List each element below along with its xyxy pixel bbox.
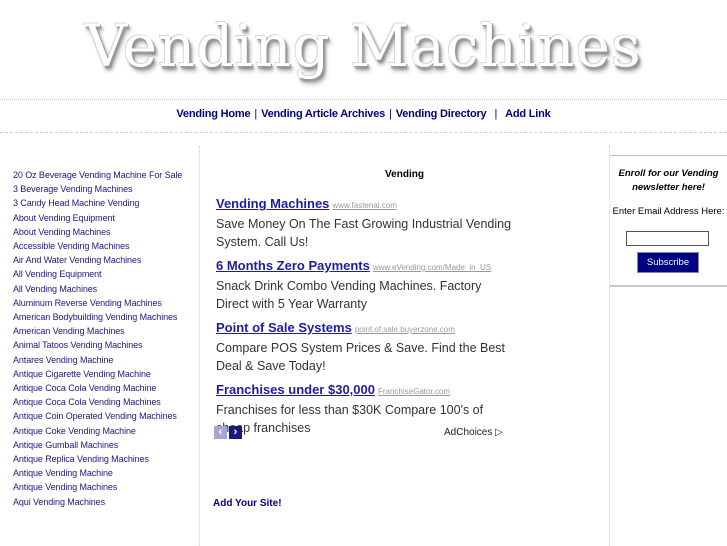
- ad-description: Compare POS System Prices & Save. Find t…: [216, 341, 506, 373]
- nav-separator: |: [254, 108, 258, 120]
- ad-url-link[interactable]: www.eVending.com/Made_in_US: [373, 263, 491, 272]
- top-navigation: Vending Home | Vending Article Archives | Ve…: [0, 108, 727, 120]
- sidebar-link[interactable]: Antique Coin Operated Vending Machines: [13, 409, 188, 423]
- ad-url-link[interactable]: www.fastenal.com: [332, 201, 396, 210]
- ad-item: Vending Machines www.fastenal.com Save Mo…: [216, 195, 516, 251]
- sidebar-link[interactable]: Antares Vending Machine: [13, 353, 188, 367]
- adchoices-label: AdChoices: [444, 427, 493, 438]
- sidebar-link[interactable]: All Vending Equipment: [13, 267, 188, 281]
- sidebar-link[interactable]: Aluminum Reverse Vending Machines: [13, 296, 188, 310]
- sidebar-link[interactable]: Antique Coca Cola Vending Machine: [13, 381, 188, 395]
- sidebar-link[interactable]: American Bodybuilding Vending Machines: [13, 310, 188, 324]
- sidebar-link[interactable]: 3 Beverage Vending Machines: [13, 182, 188, 196]
- ad-description: Snack Drink Combo Vending Machines. Fact…: [216, 279, 482, 311]
- newsletter-heading: Enroll for our Vending newsletter here!: [618, 168, 719, 193]
- nav-separator: |: [494, 108, 498, 120]
- sidebar-link[interactable]: Aqui Vending Machines: [13, 495, 188, 509]
- nav-vending-home[interactable]: Vending Home: [176, 108, 250, 120]
- sidebar-link[interactable]: Antique Gumball Machines: [13, 438, 188, 452]
- sidebar-link[interactable]: All Vending Machines: [13, 282, 188, 296]
- sidebar-link[interactable]: Antique Cigarette Vending Machine: [13, 367, 188, 381]
- subscribe-button[interactable]: Subscribe: [637, 252, 699, 273]
- email-label: Enter Email Address Here:: [612, 206, 725, 217]
- newsletter-top-divider: [610, 155, 727, 156]
- newsletter-bottom-divider: [610, 285, 727, 287]
- main-title: Vending: [385, 169, 424, 180]
- email-input[interactable]: [626, 231, 709, 246]
- nav-vending-directory[interactable]: Vending Directory: [396, 108, 487, 120]
- chevron-right-icon[interactable]: ›: [229, 426, 242, 439]
- site-header: Vending Machines: [0, 0, 727, 100]
- sidebar-link[interactable]: American Vending Machines: [13, 324, 188, 338]
- ad-url-link[interactable]: FranchiseGator.com: [378, 387, 450, 396]
- ad-title-link[interactable]: Vending Machines: [216, 196, 329, 211]
- sidebar-link[interactable]: Antique Coke Vending Machine: [13, 424, 188, 438]
- header-divider: [0, 99, 727, 100]
- sidebar-link[interactable]: 3 Candy Head Machine Vending: [13, 196, 188, 210]
- sidebar-link[interactable]: Antique Vending Machine: [13, 466, 188, 480]
- ad-block: Vending Machines www.fastenal.com Save Mo…: [216, 195, 516, 443]
- sidebar-link[interactable]: Antique Coca Cola Vending Machines: [13, 395, 188, 409]
- nav-article-archives[interactable]: Vending Article Archives: [261, 108, 385, 120]
- sidebar-link-list: 20 Oz Beverage Vending Machine For Sale 3…: [13, 168, 188, 509]
- adchoices-icon: ▷: [495, 427, 503, 438]
- chevron-left-icon[interactable]: ‹: [214, 426, 227, 439]
- sidebar-link[interactable]: Accessible Vending Machines: [13, 239, 188, 253]
- nav-divider: [0, 132, 727, 133]
- ad-item: 6 Months Zero Payments www.eVending.com/M…: [216, 257, 516, 313]
- ad-description: Save Money On The Fast Growing Industria…: [216, 217, 512, 249]
- site-logo[interactable]: Vending Machines: [0, 8, 727, 84]
- ad-title-link[interactable]: Franchises under $30,000: [216, 382, 375, 397]
- ad-title-link[interactable]: Point of Sale Systems: [216, 320, 352, 335]
- column-divider-left: [199, 146, 200, 546]
- sidebar-link[interactable]: About Vending Machines: [13, 225, 188, 239]
- sidebar-link[interactable]: About Vending Equipment: [13, 211, 188, 225]
- sidebar-link[interactable]: Animal Tatoos Vending Machines: [13, 338, 188, 352]
- sidebar-link[interactable]: Antique Replica Vending Machines: [13, 452, 188, 466]
- ad-item: Point of Sale Systems point.of.sale.buyer…: [216, 319, 516, 375]
- ad-url-link[interactable]: point.of.sale.buyerzone.com: [355, 325, 455, 334]
- nav-add-link[interactable]: Add Link: [505, 108, 551, 120]
- sidebar-link[interactable]: 20 Oz Beverage Vending Machine For Sale: [13, 168, 188, 182]
- adchoices-link[interactable]: AdChoices ▷: [444, 427, 503, 438]
- sidebar-link[interactable]: Antique Vending Machines: [13, 480, 188, 494]
- nav-separator: |: [389, 108, 392, 120]
- ad-pagination: ‹ ›: [214, 426, 244, 444]
- ad-title-link[interactable]: 6 Months Zero Payments: [216, 258, 370, 273]
- add-your-site-link[interactable]: Add Your Site!: [213, 498, 282, 509]
- sidebar-link[interactable]: Air And Water Vending Machines: [13, 253, 188, 267]
